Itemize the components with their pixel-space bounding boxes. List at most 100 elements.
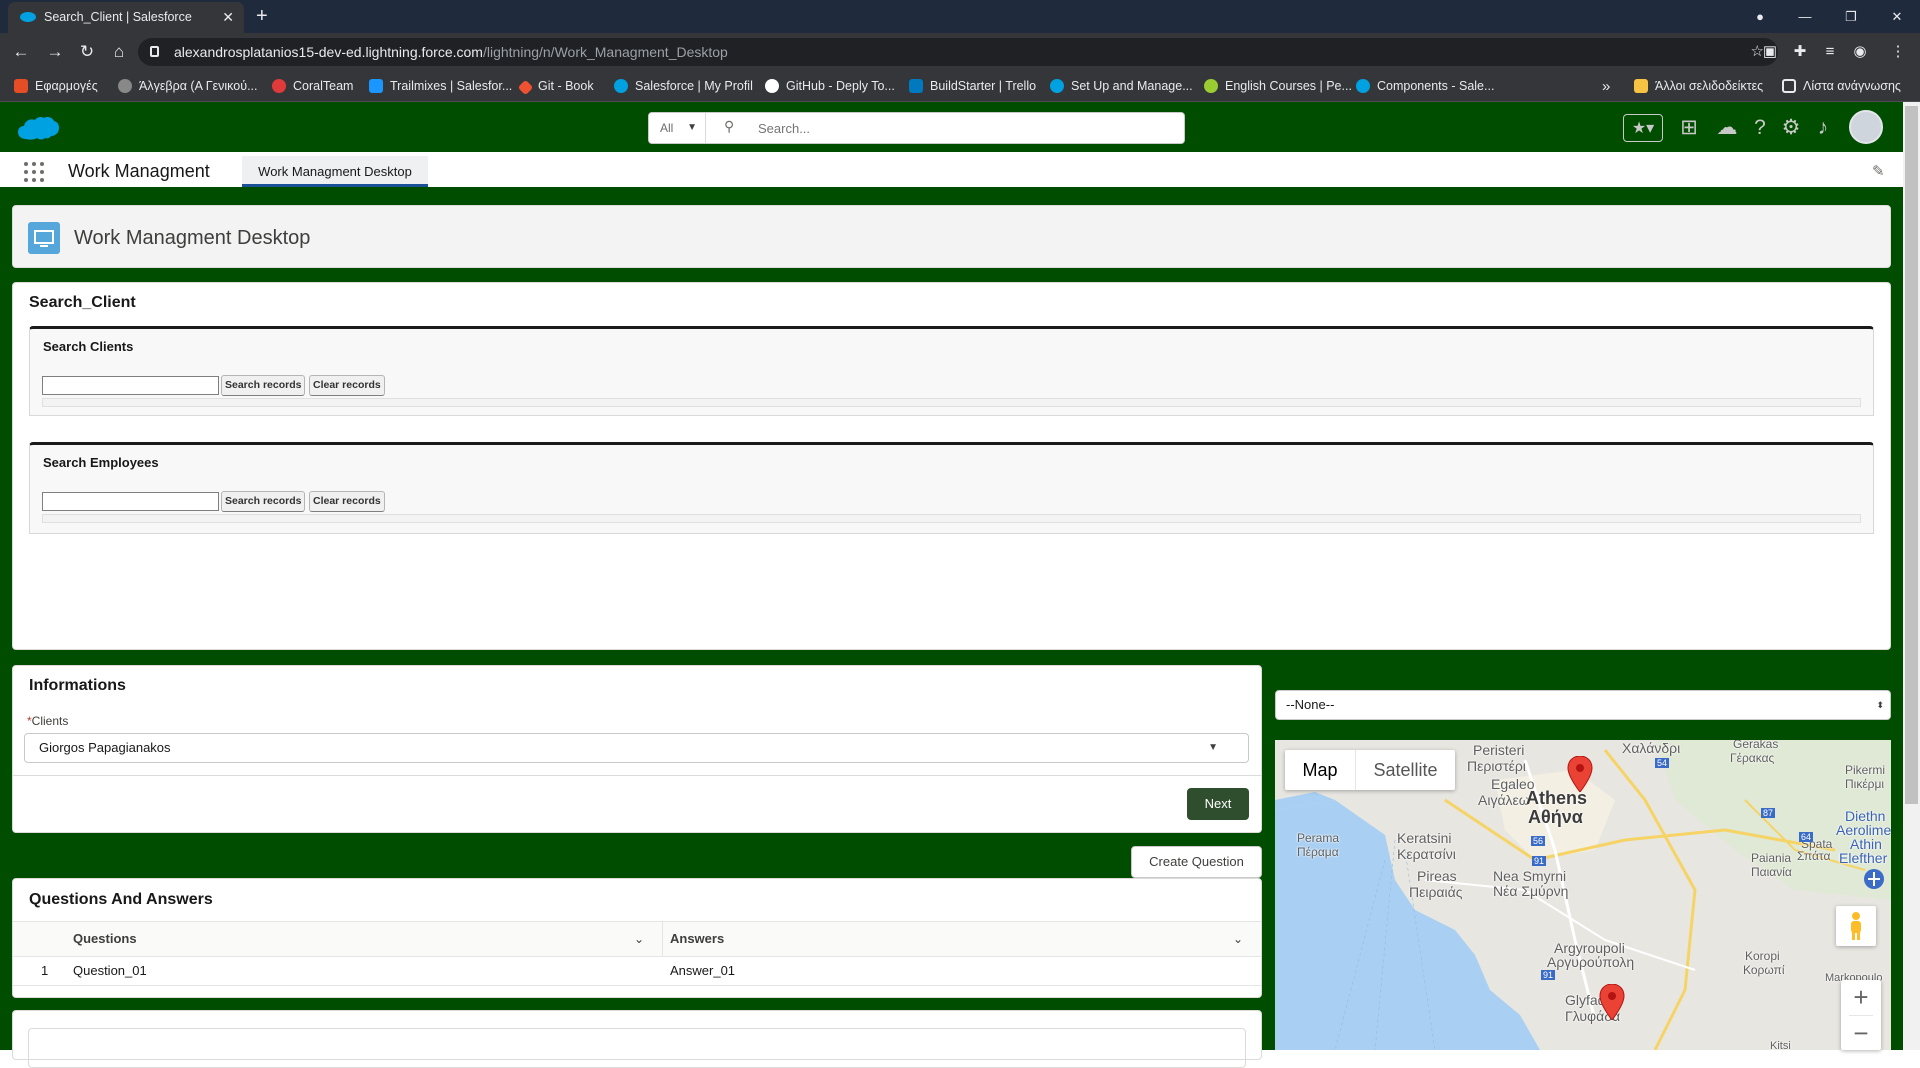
salesforce-cloud-logo[interactable] — [16, 113, 60, 143]
qa-title: Questions And Answers — [29, 891, 213, 908]
clear-employees-button[interactable]: Clear records — [309, 491, 385, 512]
back-icon[interactable]: ← — [6, 33, 36, 71]
address-bar[interactable]: alexandrosplatanios15-dev-ed.lightning.f… — [138, 38, 1778, 66]
create-question-button[interactable]: Create Question — [1131, 846, 1262, 878]
new-tab-button[interactable]: + — [256, 0, 268, 33]
notifications-bell-icon[interactable]: ♪ — [1809, 114, 1837, 142]
search-clients-title: Search Clients — [43, 339, 134, 354]
home-icon[interactable]: ⌂ — [104, 33, 134, 71]
chevron-down-icon[interactable]: ⌄ — [1233, 921, 1243, 957]
column-header-answers[interactable]: Answers — [670, 921, 724, 957]
app-launcher-icon[interactable] — [24, 162, 44, 182]
reading-list-icon — [1782, 79, 1796, 93]
reading-list[interactable]: Λίστα ανάγνωσης — [1782, 71, 1901, 102]
airport-icon — [1864, 869, 1884, 889]
bottom-card-inner — [28, 1028, 1246, 1068]
map-type-map-button[interactable]: Map — [1285, 750, 1355, 790]
bookmark-item[interactable]: BuildStarter | Trello — [909, 71, 1036, 102]
lock-icon — [150, 46, 159, 57]
answer-cell: Answer_01 — [670, 963, 736, 978]
bookmark-item[interactable]: Components - Sale... — [1356, 71, 1494, 102]
search-clients-input[interactable] — [42, 376, 219, 395]
setup-gear-icon[interactable]: ⚙ — [1777, 114, 1805, 142]
tab-title: Search_Client | Salesforce — [44, 10, 192, 24]
next-button[interactable]: Next — [1187, 788, 1249, 820]
map-type-satellite-button[interactable]: Satellite — [1355, 750, 1455, 790]
road-shield: 91 — [1541, 970, 1556, 980]
row-number: 1 — [41, 963, 49, 978]
salesforce-icon — [614, 79, 628, 93]
profile-avatar-icon[interactable]: ◉ — [1848, 33, 1872, 71]
restore-icon[interactable]: ❐ — [1828, 0, 1874, 33]
question-cell: Question_01 — [73, 963, 147, 978]
clients-label: *Clients — [27, 714, 69, 728]
clients-results-grid — [42, 398, 1861, 407]
forward-icon[interactable]: → — [40, 33, 70, 71]
bookmarks-more-button[interactable]: » — [1602, 71, 1610, 102]
clear-clients-button[interactable]: Clear records — [309, 375, 385, 396]
bookmark-item[interactable]: GitHub - Deply To... — [765, 71, 895, 102]
user-avatar[interactable] — [1849, 110, 1883, 144]
close-window-icon[interactable]: ✕ — [1874, 0, 1920, 33]
profile-dropdown-icon[interactable]: ● — [1737, 0, 1783, 33]
road-shield: 91 — [1532, 856, 1547, 866]
reload-icon[interactable]: ↻ — [72, 33, 102, 71]
puzzle-extensions-icon[interactable]: ✚ — [1788, 33, 1812, 71]
search-clients-button[interactable]: Search records — [221, 375, 306, 396]
map-marker-icon[interactable] — [1567, 756, 1593, 792]
road-shield: 64 — [1799, 832, 1814, 842]
bookmark-item[interactable]: Άλγεβρα (Α Γενικού... — [118, 71, 258, 102]
bookmark-item[interactable]: Set Up and Manage... — [1050, 71, 1193, 102]
bookmark-apps[interactable]: Εφαρμογές — [14, 71, 98, 102]
divider — [13, 775, 1261, 776]
bookmark-item[interactable]: English Courses | Pe... — [1204, 71, 1352, 102]
column-header-questions[interactable]: Questions — [73, 921, 137, 957]
browser-tab-strip — [0, 0, 1920, 33]
global-search-input[interactable] — [710, 113, 1180, 143]
search-employees-title: Search Employees — [43, 455, 159, 470]
other-bookmarks-folder[interactable]: Άλλοι σελιδοδείκτες — [1634, 71, 1763, 102]
browser-tab[interactable]: Search_Client | Salesforce ✕ — [8, 2, 244, 33]
zoom-out-button[interactable]: − — [1841, 1016, 1881, 1050]
employees-results-grid — [42, 514, 1861, 523]
git-icon — [517, 79, 534, 96]
extension-icon[interactable]: ▣ — [1758, 33, 1782, 71]
bookmark-item[interactable]: Salesforce | My Profil — [614, 71, 753, 102]
browser-menu-icon[interactable]: ⋮ — [1886, 33, 1910, 71]
chevron-down-icon[interactable]: ⌄ — [634, 921, 644, 957]
column-divider — [662, 921, 663, 957]
page-title: Work Managment Desktop — [74, 227, 311, 249]
clients-combobox[interactable]: Giorgos Papagianakos ▼ — [24, 733, 1249, 763]
global-actions-plus-icon[interactable]: ⊞ — [1675, 114, 1703, 142]
media-icon[interactable]: ≡ — [1818, 33, 1842, 71]
map-marker-icon[interactable] — [1599, 984, 1625, 1020]
street-view-pegman-icon[interactable] — [1836, 906, 1876, 946]
road-shield: 87 — [1761, 808, 1776, 818]
tab-work-managment-desktop[interactable]: Work Managment Desktop — [242, 156, 428, 187]
right-picklist[interactable]: --None-- ⬍ — [1275, 690, 1891, 720]
site-icon — [118, 79, 132, 93]
trailhead-guidance-icon[interactable]: ☁ — [1713, 114, 1741, 142]
salesforce-icon — [1050, 79, 1064, 93]
road-shield: 54 — [1655, 758, 1670, 768]
search-card-title: Search_Client — [29, 294, 136, 311]
app-name: Work Managment — [68, 161, 210, 181]
tab-close-icon[interactable]: ✕ — [222, 2, 234, 33]
zoom-in-button[interactable]: + — [1841, 980, 1881, 1015]
salesforce-icon — [1356, 79, 1370, 93]
folder-icon — [1634, 79, 1648, 93]
favorites-star-icon[interactable]: ★▾ — [1623, 114, 1663, 142]
search-employees-button[interactable]: Search records — [221, 491, 306, 512]
help-icon[interactable]: ? — [1746, 114, 1774, 142]
salesforce-favicon-icon — [20, 12, 36, 22]
apps-grid-icon — [14, 79, 28, 93]
site-icon — [272, 79, 286, 93]
bookmark-item[interactable]: Trailmixes | Salesfor... — [369, 71, 512, 102]
search-scope-dropdown[interactable]: All ▼ — [649, 113, 706, 143]
scrollbar-thumb[interactable] — [1905, 106, 1918, 804]
search-employees-input[interactable] — [42, 492, 219, 511]
bookmark-item[interactable]: Git - Book — [517, 71, 594, 102]
minimize-icon[interactable]: — — [1782, 0, 1828, 33]
edit-nav-pencil-icon[interactable]: ✎ — [1872, 162, 1885, 180]
bookmark-item[interactable]: CoralTeam — [272, 71, 353, 102]
